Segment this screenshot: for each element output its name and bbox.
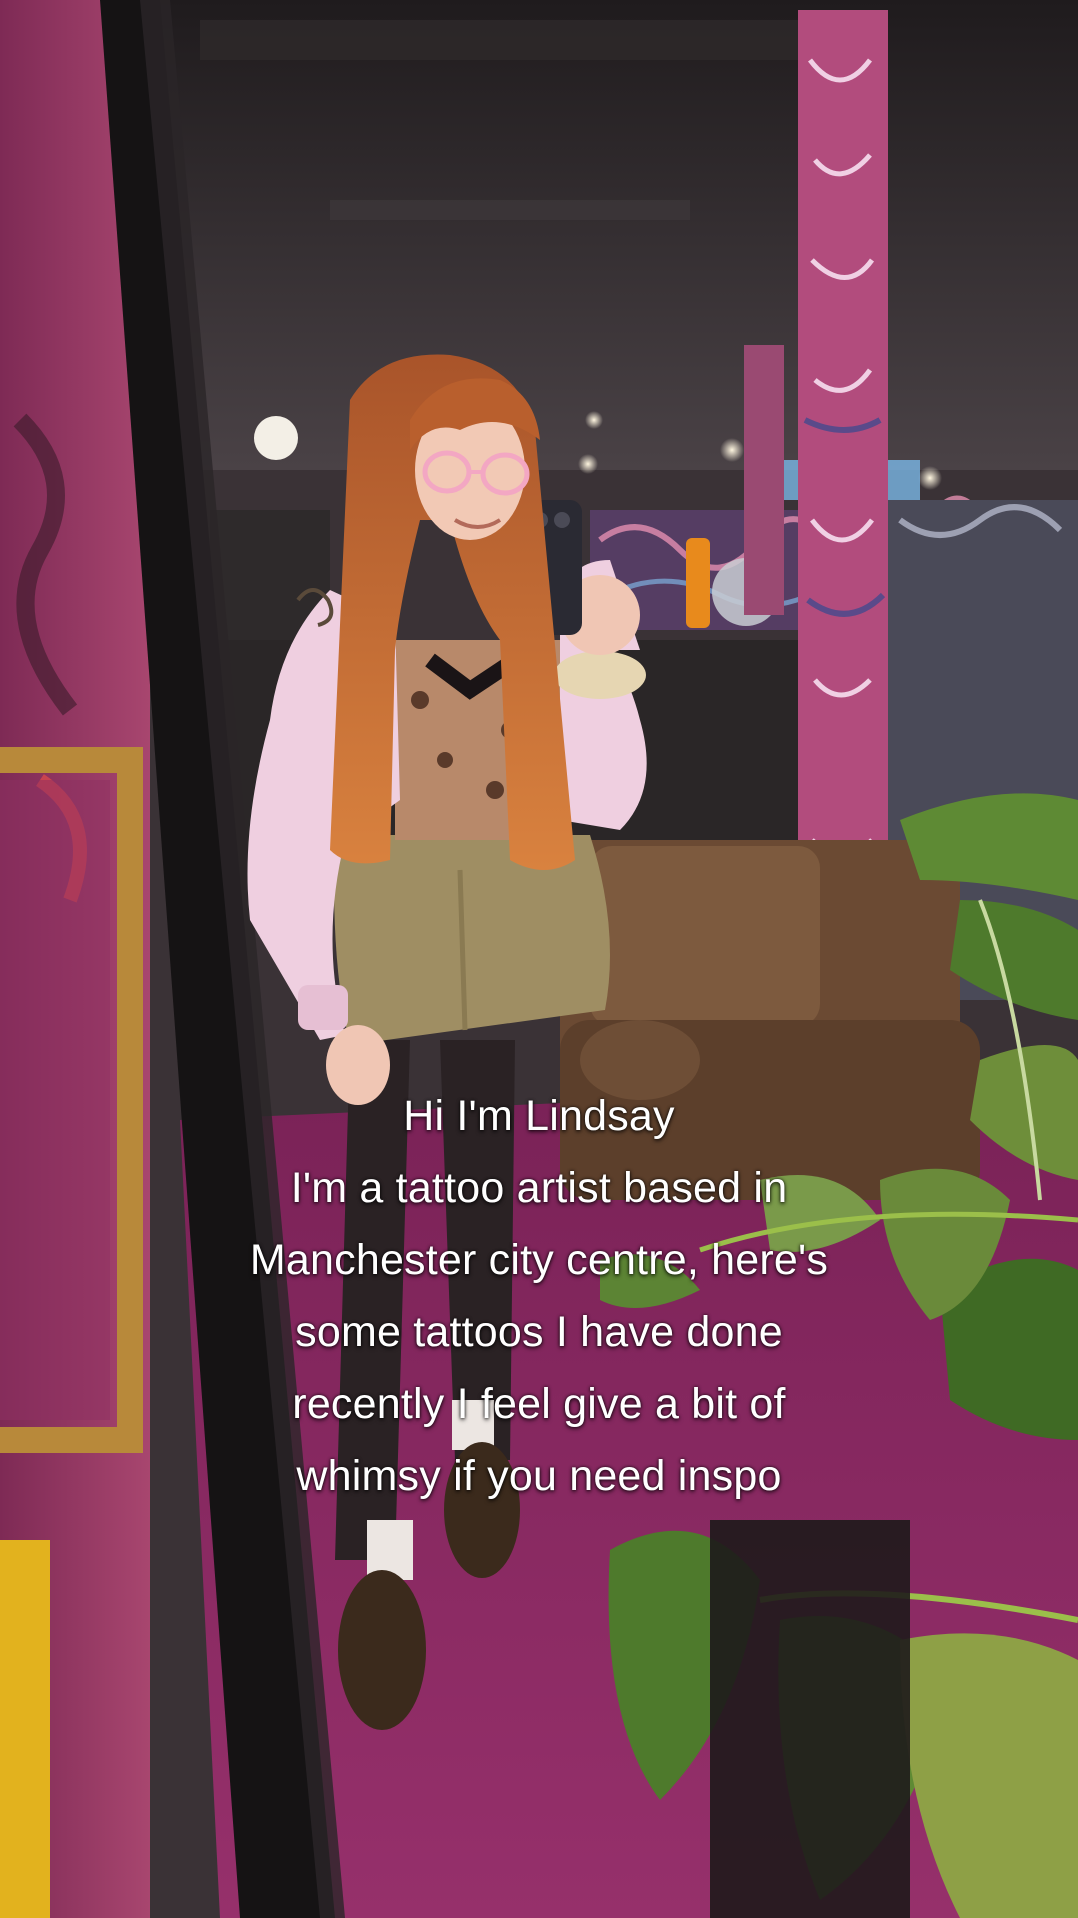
mirror-selfie-scene: [0, 0, 1078, 1918]
caption-line-3: Manchester city centre, here's: [249, 1236, 829, 1284]
caption-line-1: Hi I'm Lindsay: [403, 1092, 675, 1140]
photo-frame: Hi I'm Lindsay I'm a tattoo artist based…: [0, 0, 1078, 1918]
caption-line-2: I'm a tattoo artist based in: [290, 1164, 788, 1212]
video-caption: Hi I'm Lindsay I'm a tattoo artist based…: [0, 1080, 1078, 1512]
caption-line-4: some tattoos I have done: [295, 1308, 783, 1356]
caption-line-6: whimsy if you need inspo: [296, 1452, 782, 1500]
caption-line-5: recently I feel give a bit of: [292, 1380, 786, 1428]
